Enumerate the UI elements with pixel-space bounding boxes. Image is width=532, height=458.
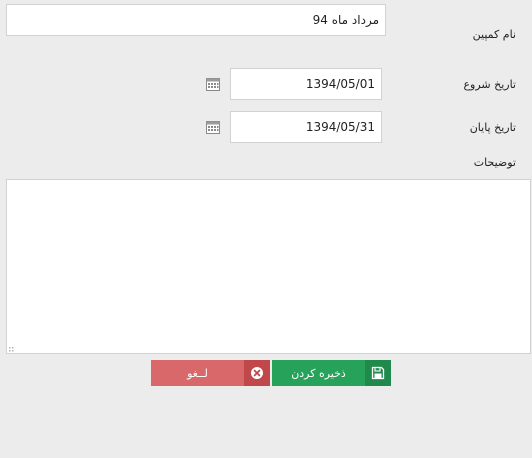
resize-grip-icon[interactable] <box>8 343 18 353</box>
start-date-label: تاریخ شروع <box>463 78 516 91</box>
end-date-input[interactable] <box>230 111 382 143</box>
start-date-input[interactable] <box>230 68 382 100</box>
cancel-button[interactable]: لــغو <box>151 360 270 386</box>
campaign-name-input[interactable] <box>6 4 386 36</box>
description-textarea[interactable] <box>6 179 531 354</box>
cancel-button-label: لــغو <box>187 366 208 380</box>
save-button-label: ذخیره کردن <box>291 366 346 380</box>
campaign-name-label: نام کمپین <box>472 28 516 41</box>
close-circle-icon <box>244 360 270 386</box>
end-date-label: تاریخ پایان <box>469 121 516 134</box>
start-date-calendar-icon[interactable] <box>205 76 221 92</box>
end-date-calendar-icon[interactable] <box>205 119 221 135</box>
floppy-disk-icon <box>365 360 391 386</box>
save-button[interactable]: ذخیره کردن <box>272 360 391 386</box>
description-label: توضیحات <box>473 156 516 169</box>
